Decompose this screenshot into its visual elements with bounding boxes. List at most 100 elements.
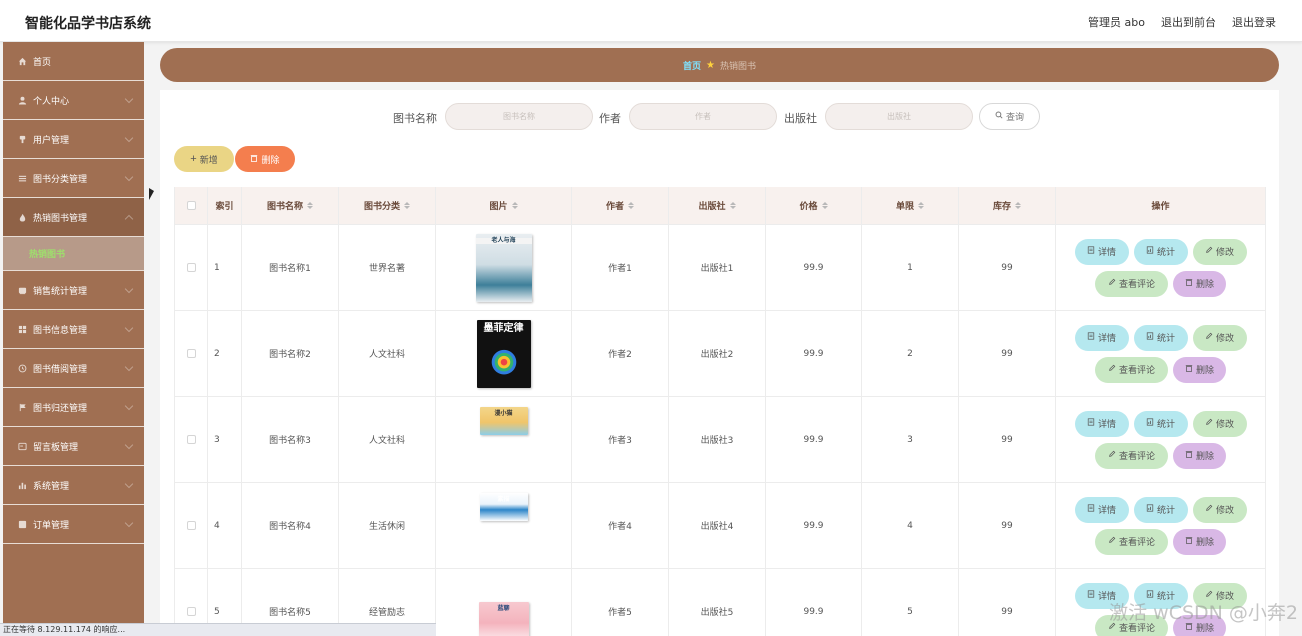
sidebar-item-hot-books[interactable]: 热销图书管理 bbox=[3, 198, 144, 237]
row-checkbox[interactable] bbox=[186, 435, 196, 444]
header-label: 单限 bbox=[895, 202, 914, 212]
stat-button[interactable]: 统计 bbox=[1133, 410, 1188, 437]
stat-button[interactable]: 统计 bbox=[1133, 238, 1188, 265]
sidebar-item-orders[interactable]: 订单管理 bbox=[3, 505, 144, 544]
book-cover-image[interactable]: 老人与海 bbox=[475, 233, 532, 302]
sidebar-item-users[interactable]: 用户管理 bbox=[3, 120, 144, 159]
row-checkbox[interactable] bbox=[186, 263, 196, 272]
sidebar-item-system[interactable]: 系统管理 bbox=[3, 466, 144, 505]
pencil-icon bbox=[1205, 246, 1213, 257]
header-label: 图书分类 bbox=[363, 202, 400, 212]
publisher-value: 出版社4 bbox=[700, 522, 734, 532]
detail-button[interactable]: 详情 bbox=[1074, 496, 1129, 523]
header-book-name[interactable]: 图书名称 bbox=[242, 187, 339, 224]
row-checkbox[interactable] bbox=[186, 521, 196, 530]
row-delete-button[interactable]: 删除 bbox=[1173, 356, 1226, 383]
row-delete-button[interactable]: 删除 bbox=[1173, 270, 1226, 297]
sidebar-item-book-borrow[interactable]: 图书借阅管理 bbox=[3, 349, 144, 388]
category-value: 人文社科 bbox=[368, 350, 405, 360]
book-name-input[interactable] bbox=[445, 103, 593, 130]
chevron-down-icon bbox=[124, 133, 134, 143]
sidebar-item-book-return[interactable]: 图书归还管理 bbox=[3, 388, 144, 427]
sidebar-item-book-category[interactable]: 图书分类管理 bbox=[3, 159, 144, 198]
trash-icon bbox=[1185, 450, 1193, 461]
view-reviews-button[interactable]: 查看评论 bbox=[1095, 356, 1168, 383]
sidebar-item-sales-stats[interactable]: 销售统计管理 bbox=[3, 271, 144, 310]
sort-icon bbox=[307, 202, 313, 209]
submenu-item-hot-books[interactable]: 热销图书 bbox=[3, 237, 144, 271]
admin-user-label[interactable]: 管理员 abo bbox=[1088, 14, 1145, 30]
row-delete-button[interactable]: 删除 bbox=[1173, 442, 1226, 469]
sidebar-item-label: 留言板管理 bbox=[33, 442, 79, 453]
row-delete-button[interactable]: 删除 bbox=[1173, 528, 1226, 555]
search-form: 图书名称 作者 出版社 查询 bbox=[160, 103, 1279, 131]
sidebar-item-label: 图书归还管理 bbox=[33, 403, 88, 414]
breadcrumb-home[interactable]: 首页 bbox=[683, 59, 701, 72]
sidebar-item-message-board[interactable]: 留言板管理 bbox=[3, 427, 144, 466]
view-reviews-button[interactable]: 查看评论 bbox=[1095, 442, 1168, 469]
edit-button[interactable]: 修改 bbox=[1192, 496, 1247, 523]
publisher-value: 出版社3 bbox=[700, 436, 734, 446]
sidebar-item-book-info[interactable]: 图书信息管理 bbox=[3, 310, 144, 349]
header-category[interactable]: 图书分类 bbox=[339, 187, 436, 224]
view-reviews-button[interactable]: 查看评论 bbox=[1095, 270, 1168, 297]
detail-button[interactable]: 详情 bbox=[1074, 410, 1129, 437]
author-input[interactable] bbox=[629, 103, 777, 130]
view-reviews-button[interactable]: 查看评论 bbox=[1095, 528, 1168, 555]
detail-button-label: 详情 bbox=[1097, 420, 1116, 430]
sidebar-item-profile[interactable]: 个人中心 bbox=[3, 81, 144, 120]
stat-button[interactable]: 统计 bbox=[1133, 324, 1188, 351]
cell-stock: 99 bbox=[959, 225, 1056, 310]
main-content: 图书名称 作者 出版社 查询 + 新增 删除 索引 图书名称 图书分类 图片 作… bbox=[160, 90, 1298, 636]
header-stock[interactable]: 库存 bbox=[959, 187, 1056, 224]
detail-button[interactable]: 详情 bbox=[1074, 324, 1129, 351]
back-to-front-link[interactable]: 退出到前台 bbox=[1161, 14, 1216, 30]
header-label: 索引 bbox=[215, 202, 234, 212]
header-author[interactable]: 作者 bbox=[572, 187, 669, 224]
header-image[interactable]: 图片 bbox=[436, 187, 572, 224]
author-value: 作者1 bbox=[608, 264, 632, 274]
book-cover-image[interactable]: 蓝聊 bbox=[478, 602, 529, 636]
edit-button[interactable]: 修改 bbox=[1192, 238, 1247, 265]
edit-button-label: 修改 bbox=[1215, 506, 1234, 516]
header-limit[interactable]: 单限 bbox=[862, 187, 959, 224]
publisher-input[interactable] bbox=[825, 103, 973, 130]
row-checkbox[interactable] bbox=[186, 607, 196, 616]
query-button[interactable]: 查询 bbox=[979, 103, 1040, 130]
edit-button[interactable]: 修改 bbox=[1192, 324, 1247, 351]
price-value: 99.9 bbox=[803, 520, 824, 531]
document-icon bbox=[1087, 332, 1095, 343]
chevron-down-icon bbox=[124, 284, 134, 294]
cell-operations: 详情 统计 修改 查看评论 删除 bbox=[1056, 311, 1266, 396]
row-checkbox[interactable] bbox=[186, 349, 196, 358]
edit-button[interactable]: 修改 bbox=[1192, 410, 1247, 437]
cell-author: 作者3 bbox=[572, 397, 669, 482]
cell-image: 墨菲定律 bbox=[436, 311, 572, 396]
book-cover-image[interactable]: 漫小猫 bbox=[479, 407, 528, 435]
view-reviews-label: 查看评论 bbox=[1118, 452, 1155, 462]
flag-icon bbox=[17, 402, 27, 412]
book-cover-image[interactable]: 素描 bbox=[479, 493, 528, 521]
stat-button[interactable]: 统计 bbox=[1133, 496, 1188, 523]
row-delete-label: 删除 bbox=[1195, 280, 1214, 290]
header-price[interactable]: 价格 bbox=[766, 187, 862, 224]
document-icon bbox=[1087, 418, 1095, 429]
row-actions: 详情 统计 修改 查看评论 删除 bbox=[1066, 496, 1256, 555]
cell-stock: 99 bbox=[959, 397, 1056, 482]
price-value: 99.9 bbox=[803, 434, 824, 445]
cell-stock: 99 bbox=[959, 483, 1056, 568]
detail-button-label: 详情 bbox=[1097, 334, 1116, 344]
select-all-checkbox[interactable] bbox=[186, 201, 196, 210]
header-label: 库存 bbox=[992, 202, 1011, 212]
header-publisher[interactable]: 出版社 bbox=[669, 187, 766, 224]
add-button[interactable]: + 新增 bbox=[174, 146, 234, 172]
app-title: 智能化品学书店系统 bbox=[25, 16, 151, 32]
book-cover-image[interactable]: 墨菲定律 bbox=[476, 319, 531, 388]
sidebar-item-home[interactable]: 首页 bbox=[3, 42, 144, 81]
logout-link[interactable]: 退出登录 bbox=[1232, 14, 1276, 30]
cell-publisher: 出版社3 bbox=[669, 397, 766, 482]
delete-button[interactable]: 删除 bbox=[235, 146, 295, 172]
sidebar-item-label: 图书借阅管理 bbox=[33, 364, 88, 375]
mouse-cursor-icon bbox=[149, 188, 159, 200]
detail-button[interactable]: 详情 bbox=[1074, 238, 1129, 265]
